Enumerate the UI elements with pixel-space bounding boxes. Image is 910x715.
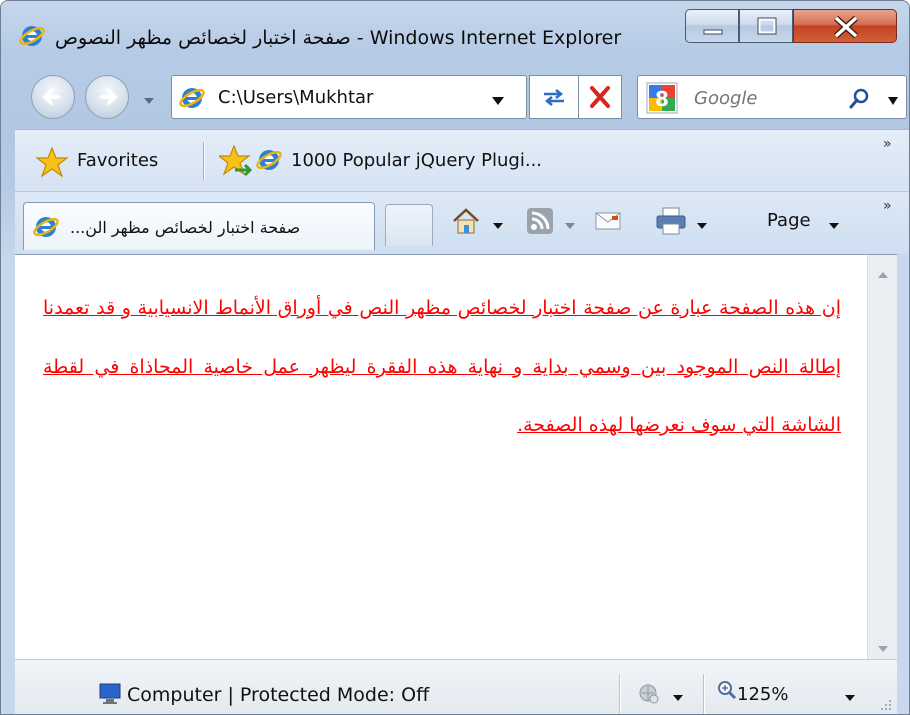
print-icon[interactable]: [655, 206, 687, 240]
tab-active[interactable]: ...صفحة اختبار لخصائص مظهر الن: [23, 202, 375, 250]
zoom-dropdown-icon[interactable]: [843, 688, 857, 707]
address-input[interactable]: C:\Users\Mukhtar: [218, 84, 476, 112]
resize-grip-icon[interactable]: [877, 696, 893, 714]
zone-dropdown-icon[interactable]: [671, 688, 685, 707]
computer-icon: [97, 680, 123, 710]
window-title: صفحة اختبار لخصائص مظهر النصوص - Windows…: [55, 27, 622, 49]
title-bar[interactable]: صفحة اختبار لخصائص مظهر النصوص - Windows…: [1, 1, 909, 61]
back-button[interactable]: [31, 75, 75, 119]
page-menu-button[interactable]: Page: [767, 206, 811, 236]
search-input[interactable]: [692, 82, 836, 114]
status-separator: [703, 674, 704, 714]
add-to-favorites-bar-icon[interactable]: [217, 144, 253, 182]
favorites-button[interactable]: Favorites: [77, 146, 158, 176]
navigation-bar: C:\Users\Mukhtar 8: [1, 63, 909, 129]
scroll-down-arrow-icon[interactable]: [876, 639, 890, 658]
arabic-paragraph: إن هذه الصفحة عبارة عن صفحة اختبار لخصائ…: [43, 297, 841, 436]
minimize-button[interactable]: [685, 9, 739, 43]
zoom-level[interactable]: 125%: [737, 680, 788, 710]
search-icon[interactable]: [848, 86, 872, 114]
favorites-link-jquery-plugins[interactable]: 1000 Popular jQuery Plugi...: [291, 146, 542, 176]
print-dropdown-icon[interactable]: [695, 216, 709, 235]
new-tab-button[interactable]: [385, 204, 433, 246]
favorites-overflow-chevron[interactable]: »: [883, 136, 892, 152]
tab-command-bar: ...صفحة اختبار لخصائص مظهر الن Page »: [15, 191, 909, 254]
ie-window: صفحة اختبار لخصائص مظهر النصوص - Windows…: [0, 0, 910, 715]
svg-text:8: 8: [655, 87, 669, 111]
google-logo-icon: 8: [646, 82, 678, 118]
status-bar: Computer | Protected Mode: Off 125%: [15, 659, 897, 714]
window-frame-right: [897, 254, 909, 714]
home-dropdown-icon[interactable]: [491, 216, 505, 235]
home-icon[interactable]: [451, 206, 481, 240]
search-box[interactable]: 8: [637, 75, 907, 119]
recent-pages-dropdown-icon[interactable]: [142, 91, 156, 110]
stop-button[interactable]: [578, 75, 622, 119]
address-bar[interactable]: C:\Users\Mukhtar: [171, 75, 527, 119]
maximize-button[interactable]: [739, 9, 793, 43]
caption-buttons: [685, 9, 897, 45]
favorites-bar: Favorites 1000 Popular jQuery Plugi... »: [15, 129, 909, 192]
zoom-icon[interactable]: [717, 680, 737, 704]
page-icon: [178, 84, 206, 116]
ie-page-icon: [255, 146, 283, 178]
feeds-dropdown-icon[interactable]: [563, 216, 577, 235]
earth-settings-icon[interactable]: [637, 682, 661, 710]
vertical-scrollbar[interactable]: [867, 254, 897, 659]
read-mail-icon[interactable]: [593, 206, 623, 240]
favorites-star-icon[interactable]: [35, 146, 69, 182]
forward-button[interactable]: [85, 75, 129, 119]
page-content: إن هذه الصفحة عبارة عن صفحة اختبار لخصائ…: [15, 254, 867, 660]
tab-label: ...صفحة اختبار لخصائص مظهر الن: [70, 218, 301, 237]
refresh-button[interactable]: [529, 75, 579, 119]
command-overflow-chevron[interactable]: »: [883, 198, 892, 214]
status-separator: [619, 674, 620, 714]
favorites-separator: [203, 142, 204, 180]
ie-logo-icon: [19, 23, 45, 49]
security-zone-text: Computer | Protected Mode: Off: [127, 684, 430, 706]
page-dropdown-icon[interactable]: [827, 216, 841, 235]
address-dropdown-icon[interactable]: [490, 92, 506, 111]
scroll-up-arrow-icon[interactable]: [876, 265, 890, 284]
close-button[interactable]: [793, 9, 897, 43]
search-options-dropdown-icon[interactable]: [886, 92, 900, 111]
feeds-icon[interactable]: [525, 206, 555, 240]
ie-page-icon: [32, 213, 60, 245]
